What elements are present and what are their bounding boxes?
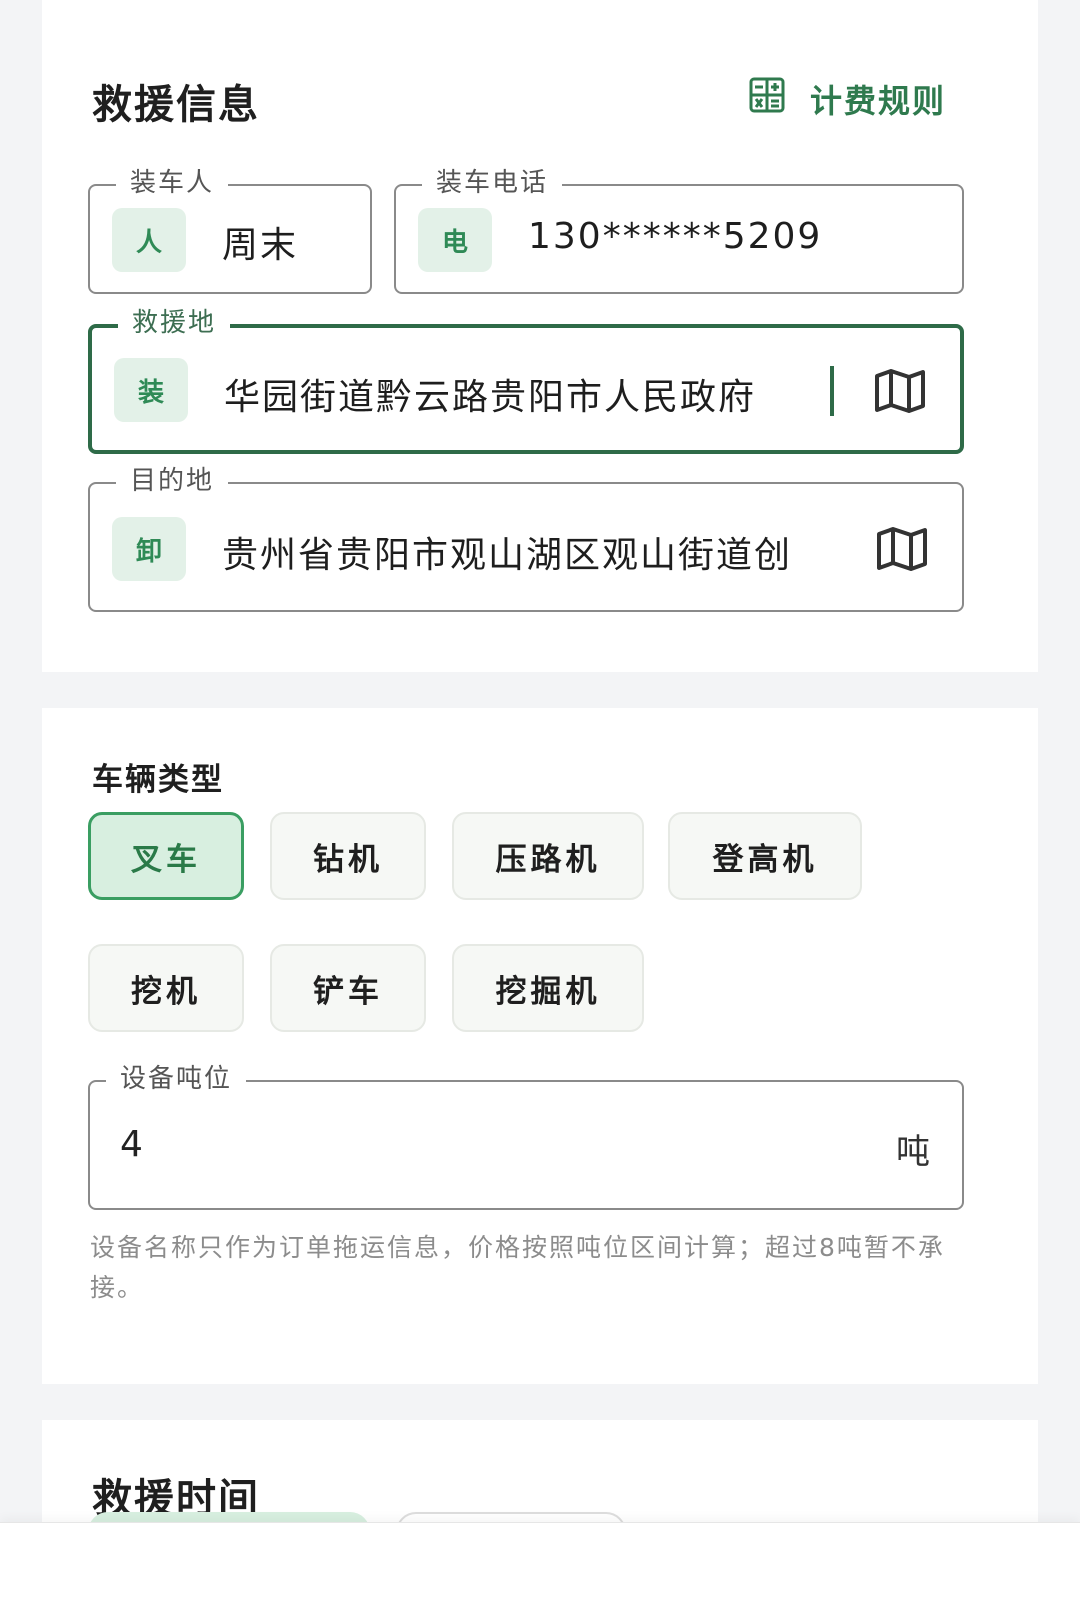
rescue-location-label: 救援地 [118,306,231,340]
phone-badge: 电 [418,208,492,272]
vehicle-chip-drill[interactable]: 钻机 [270,812,426,900]
loader-name-label: 装车人 [116,166,229,200]
vehicle-chip-digger[interactable]: 挖机 [88,944,244,1032]
destination-value[interactable]: 贵州省贵阳市观山湖区观山街道创 [222,526,832,578]
destination-label: 目的地 [116,464,229,498]
tonnage-field[interactable]: 设备吨位 吨 [88,1062,964,1210]
vehicle-type-card: 车辆类型 叉车 钻机 压路机 登高机 挖机 铲车 挖掘机 设备吨位 吨 设备名称… [42,708,1038,1384]
loader-name-field[interactable]: 装车人 人 周末 [88,166,372,294]
destination-field[interactable]: 目的地 卸 贵州省贵阳市观山湖区观山街道创 [88,464,964,612]
tonnage-hint: 设备名称只作为订单拖运信息，价格按照吨位区间计算；超过8吨暂不承接。 [90,1233,945,1302]
fee-rules-label: 计费规则 [809,82,946,120]
calculator-icon [748,76,786,122]
loader-phone-label: 装车电话 [422,166,563,200]
tonnage-input[interactable] [120,1124,720,1165]
rescue-info-title: 救援信息 [92,82,260,128]
vehicle-type-title: 车辆类型 [92,762,224,798]
tonnage-unit: 吨 [896,1132,930,1172]
bottom-bar [0,1522,1080,1613]
vehicle-chip-forklift[interactable]: 叉车 [88,812,244,900]
map-icon[interactable] [874,368,926,414]
vehicle-chip-excavator[interactable]: 挖掘机 [452,944,644,1032]
vehicle-chip-aerial-lift[interactable]: 登高机 [668,812,862,900]
vehicle-chip-loader[interactable]: 铲车 [270,944,426,1032]
load-badge: 装 [114,358,188,422]
vehicle-chip-roller[interactable]: 压路机 [452,812,644,900]
rescue-info-card: 救援信息 计费规则 装车人 人 周末 装车电话 电 130******5209 [42,0,1038,672]
rescue-location-value[interactable]: 华园街道黔云路贵阳市人民政府 [224,368,832,420]
unload-badge: 卸 [112,517,186,581]
fee-rules-link[interactable]: 计费规则 [748,76,946,122]
loader-name-value[interactable]: 周末 [222,216,298,268]
rescue-location-field[interactable]: 救援地 装 华园街道黔云路贵阳市人民政府 [88,306,964,454]
text-caret [830,366,834,416]
loader-phone-field[interactable]: 装车电话 电 130******5209 [394,166,964,294]
map-icon[interactable] [876,526,928,572]
tonnage-label: 设备吨位 [106,1062,247,1096]
loader-phone-value[interactable]: 130******5209 [528,216,822,257]
loader-badge: 人 [112,208,186,272]
